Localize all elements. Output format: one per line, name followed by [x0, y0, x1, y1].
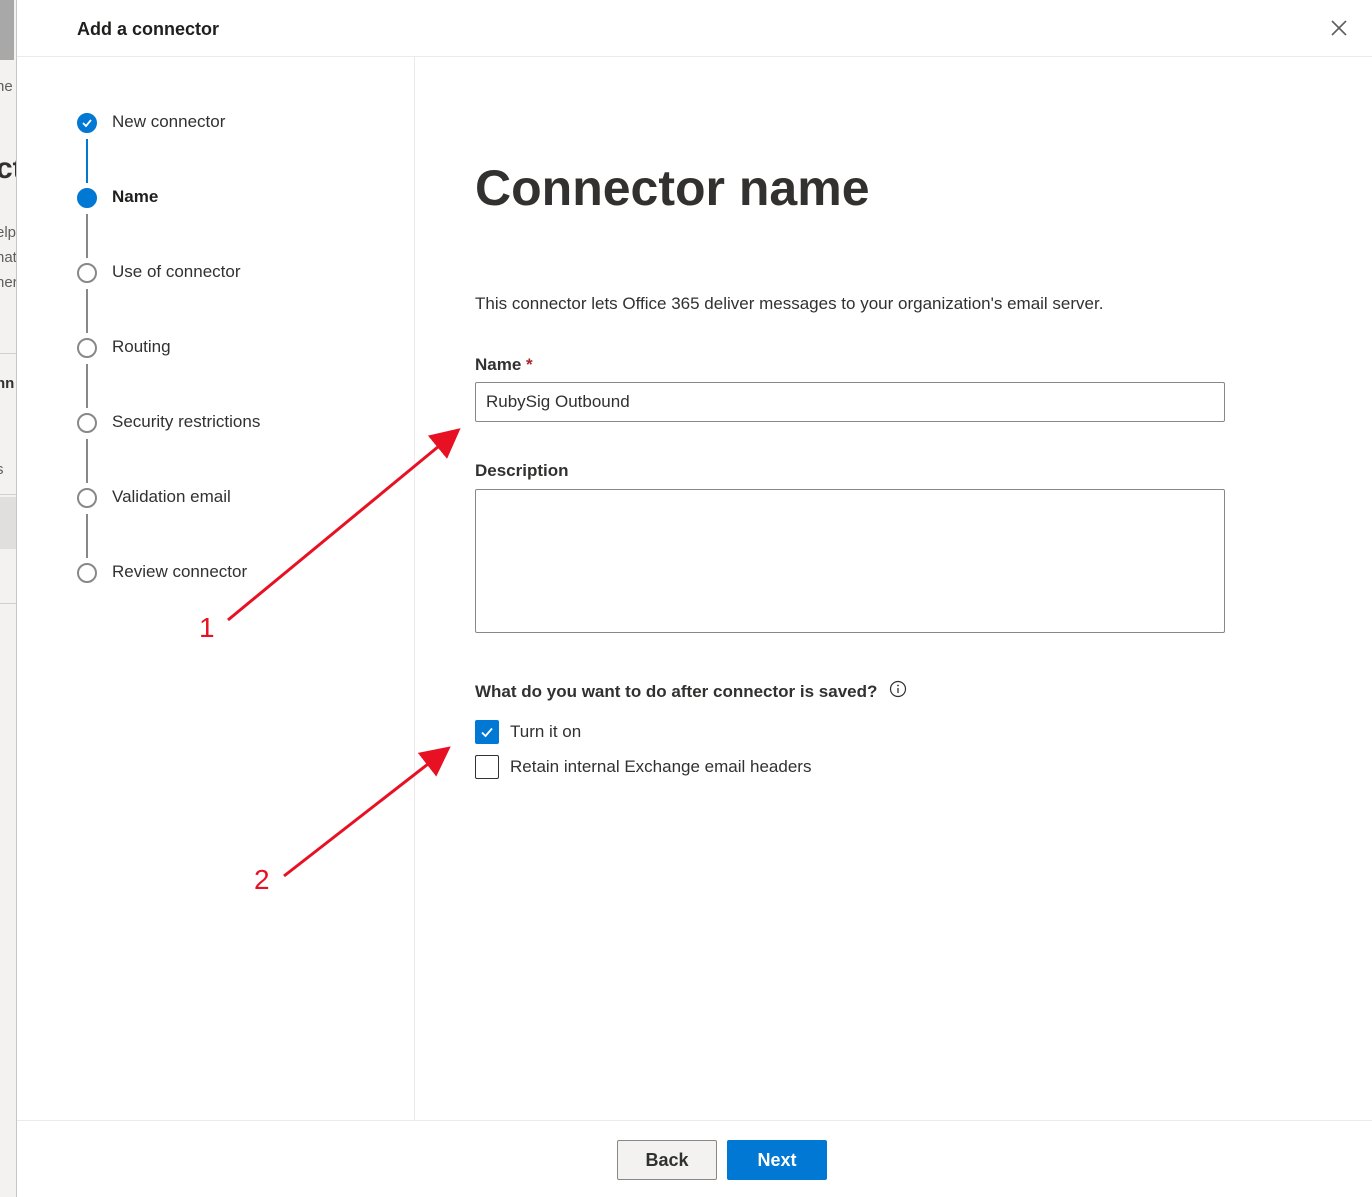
after-save-question: What do you want to do after connector i… [475, 682, 878, 701]
name-input[interactable]: RubySig Outbound [475, 382, 1225, 422]
step-pending-icon [77, 263, 97, 283]
step-connector-line [86, 214, 88, 258]
step-routing[interactable]: Routing [77, 336, 377, 360]
annotation-number-2: 2 [254, 864, 270, 895]
turn-it-on-checkbox[interactable] [475, 720, 499, 744]
close-icon [1331, 20, 1347, 36]
name-field-label: Name * [475, 355, 533, 375]
step-label: Use of connector [112, 262, 241, 281]
retain-headers-label: Retain internal Exchange email headers [510, 757, 812, 776]
add-connector-panel: Add a connector New connector Name Use o… [16, 0, 1372, 1197]
background-text: ne [0, 78, 13, 95]
background-text: elp [0, 224, 16, 241]
step-validation-email[interactable]: Validation email [77, 486, 377, 510]
step-label: Security restrictions [112, 412, 261, 431]
step-pending-icon [77, 338, 97, 358]
background-shade [0, 0, 14, 60]
back-button[interactable]: Back [617, 1140, 717, 1180]
step-current-icon [77, 188, 97, 208]
background-divider [0, 603, 16, 604]
step-complete-icon [77, 113, 97, 133]
wizard-steps: New connector Name Use of connector Rout… [17, 57, 415, 1120]
step-new-connector[interactable]: New connector [77, 111, 377, 135]
step-security-restrictions[interactable]: Security restrictions [77, 411, 377, 435]
intro-text: This connector lets Office 365 deliver m… [475, 294, 1104, 313]
step-label: New connector [112, 112, 226, 131]
step-pending-icon [77, 413, 97, 433]
name-label-text: Name [475, 355, 522, 374]
step-use-of-connector[interactable]: Use of connector [77, 261, 377, 285]
retain-headers-option[interactable]: Retain internal Exchange email headers [475, 755, 975, 779]
step-name[interactable]: Name [77, 186, 377, 210]
step-label: Validation email [112, 487, 231, 506]
description-input[interactable] [475, 489, 1225, 633]
required-marker: * [526, 355, 533, 374]
step-label: Review connector [112, 562, 248, 581]
panel-title: Add a connector [77, 19, 220, 39]
background-text: her [0, 274, 16, 291]
background-text: nat [0, 249, 16, 266]
step-connector-line [86, 439, 88, 483]
background-page: ne ct elp nat her nn s [0, 0, 16, 1197]
step-connector-line [86, 514, 88, 558]
page-title: Connector name [475, 160, 870, 216]
step-label: Routing [112, 337, 171, 356]
background-divider [0, 494, 16, 495]
step-pending-icon [77, 488, 97, 508]
turn-it-on-label: Turn it on [510, 722, 582, 741]
step-review-connector[interactable]: Review connector [77, 561, 377, 585]
retain-headers-checkbox[interactable] [475, 755, 499, 779]
annotation-number-1: 1 [199, 612, 215, 643]
step-connector-line [86, 364, 88, 408]
panel-header: Add a connector [17, 0, 1372, 57]
background-text: nn [0, 375, 15, 392]
panel-footer: Back Next [17, 1120, 1372, 1197]
background-text: s [0, 461, 4, 478]
screen: ne ct elp nat her nn s Add a connector [0, 0, 1372, 1197]
next-button[interactable]: Next [727, 1140, 827, 1180]
description-field-label: Description [475, 461, 569, 480]
background-text: ct [0, 152, 16, 185]
info-icon[interactable] [889, 680, 907, 698]
turn-it-on-option[interactable]: Turn it on [475, 720, 975, 744]
background-selected-row [0, 497, 16, 549]
step-connector-line [86, 289, 88, 333]
background-divider [0, 353, 16, 354]
close-button[interactable] [1327, 16, 1351, 40]
step-connector-line [86, 139, 88, 183]
step-label: Name [112, 187, 159, 206]
step-pending-icon [77, 563, 97, 583]
